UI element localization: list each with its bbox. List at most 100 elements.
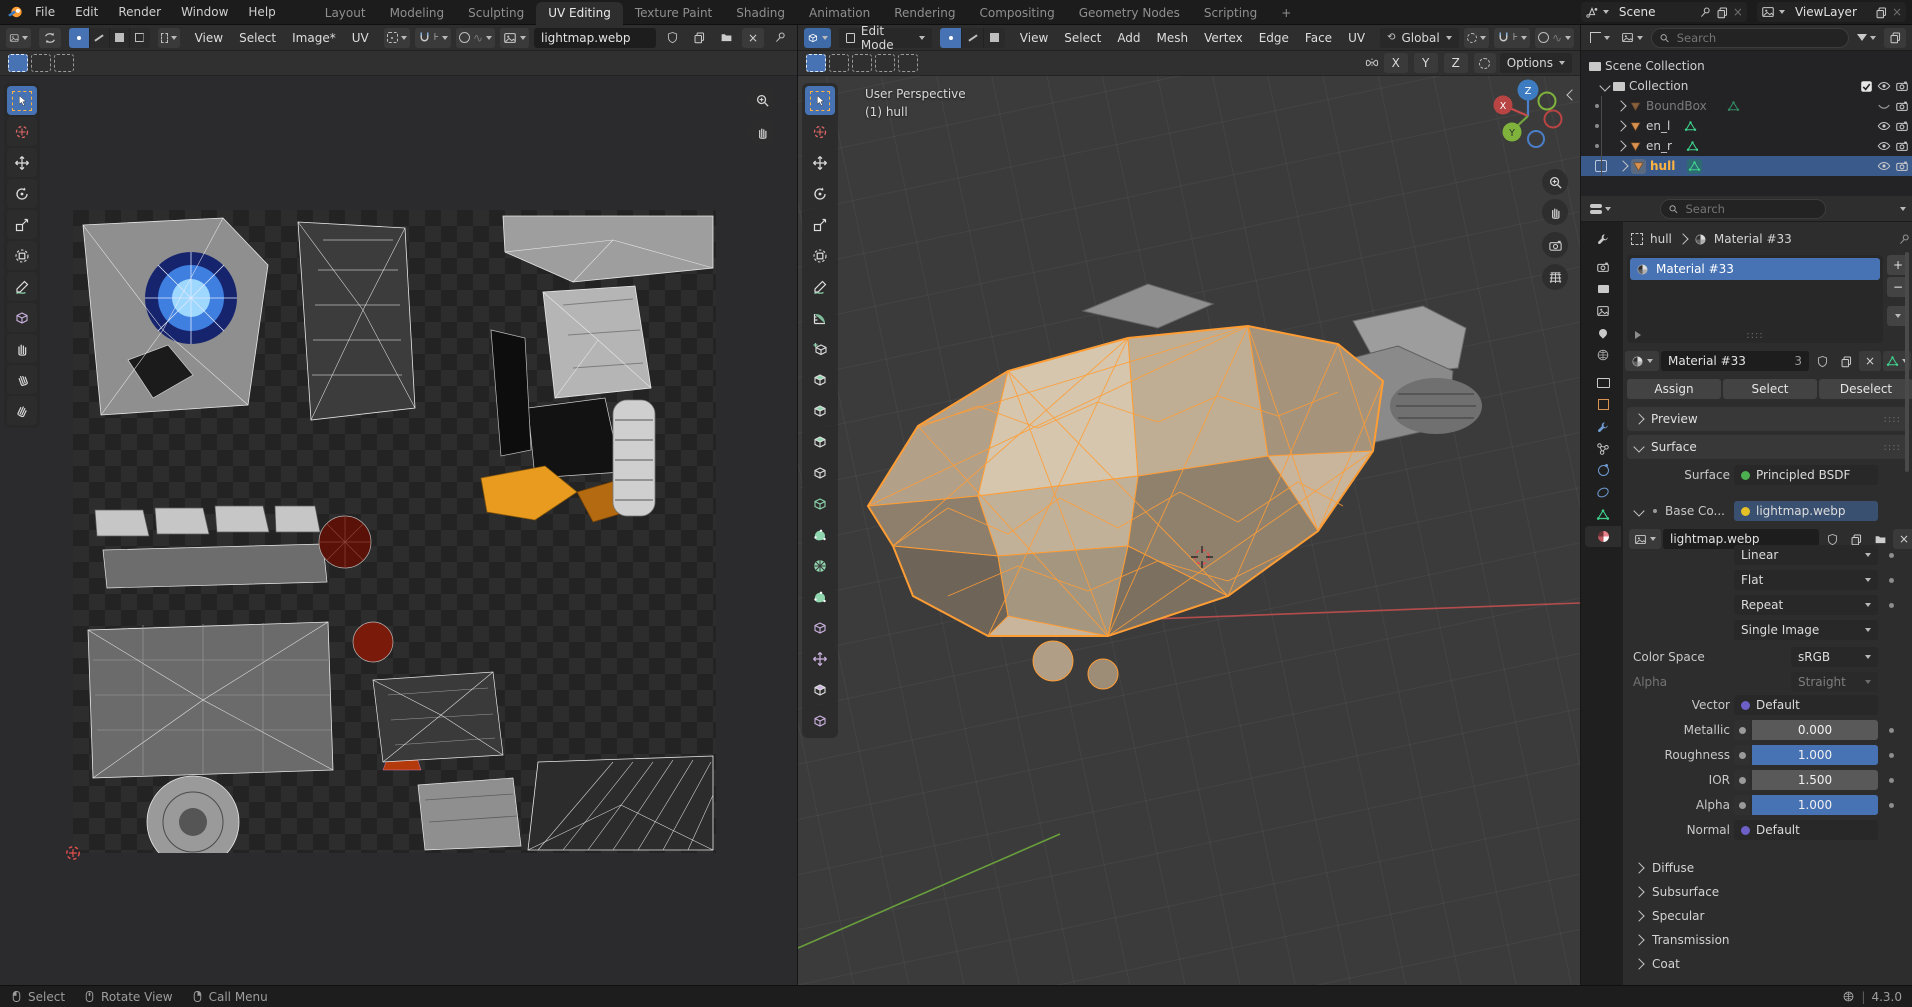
slot-list-grip[interactable]: :::: [1627,330,1883,341]
vp-menu-edge[interactable]: Edge [1252,29,1296,47]
outliner-filter-dropdown[interactable] [1854,28,1879,48]
uv-image-browse-button[interactable] [500,28,529,48]
menu-file[interactable]: File [26,3,64,21]
vp-tool-loop-cut[interactable] [805,458,835,487]
properties-scrollbar[interactable] [1905,252,1909,472]
vp-tool-smooth[interactable] [805,582,835,611]
base-color-expand-icon[interactable] [1633,505,1644,516]
projection-dropdown[interactable]: Flat [1734,570,1878,590]
scene-new-icon[interactable] [1716,6,1729,19]
gizmo-x-label[interactable]: X [1500,101,1507,112]
tab-particles[interactable] [1585,438,1621,459]
decorator-dot[interactable] [1889,578,1894,583]
vp-tool-cursor[interactable] [805,117,835,146]
tab-texture-paint[interactable]: Texture Paint [623,2,724,25]
vp-select-intersect-button[interactable] [898,54,918,72]
vp-tool-extrude-region[interactable] [805,365,835,394]
scene-name[interactable]: Scene [1613,5,1695,19]
vp-tool-select-box[interactable] [805,86,835,115]
en-l-render-icon[interactable] [1895,119,1909,133]
select-button[interactable]: Select [1723,379,1817,399]
vp-tool-add-cube[interactable] [805,334,835,363]
tab-scripting[interactable]: Scripting [1192,2,1269,25]
vp-camera-view-button[interactable] [1542,232,1568,258]
uv-tool-relax[interactable] [7,365,37,394]
uv-zoom-button[interactable] [749,87,775,113]
tab-modifiers[interactable] [1585,416,1621,437]
menu-render[interactable]: Render [109,3,170,21]
roughness-slider[interactable]: 1.000 [1752,745,1878,765]
menu-edit[interactable]: Edit [66,3,107,21]
navigation-gizmo[interactable]: Z X Y [1489,77,1567,155]
transform-orientation-dropdown[interactable]: ⟲Global [1380,28,1459,48]
vp-select-extend-button[interactable] [829,54,849,72]
roughness-socket-chip[interactable] [1734,745,1750,765]
uv-pivot-dropdown[interactable] [384,28,410,48]
extension-dropdown[interactable]: Repeat [1734,595,1878,615]
vp-tool-rip-region[interactable] [805,706,835,735]
uv-pan-button[interactable] [749,119,775,145]
uv-menu-image[interactable]: Image* [285,29,343,47]
vp-tool-shrink-fatten[interactable] [805,644,835,673]
vp-ortho-toggle-button[interactable] [1542,264,1568,290]
vp-tool-inset-faces[interactable] [805,396,835,425]
interpolation-dropdown[interactable]: Linear [1734,545,1878,565]
proportional-edit-toggle[interactable]: ∿ [1535,28,1574,48]
collection-expand-icon[interactable] [1599,80,1610,91]
hull-render-icon[interactable] [1895,159,1909,173]
transmission-panel-header[interactable]: Transmission [1627,929,1909,951]
collection-checkbox-icon[interactable] [1860,80,1873,93]
tab-sculpting[interactable]: Sculpting [456,2,536,25]
surface-panel-header[interactable]: Surface:::: [1627,435,1909,459]
uv-tool-transform[interactable] [7,241,37,270]
scene-collection-row[interactable]: Scene Collection [1581,56,1912,76]
select-mode-face[interactable] [984,28,1005,48]
outliner-scene-dropdown[interactable] [1618,28,1646,48]
image-unlink-icon[interactable]: × [1893,529,1912,549]
uv-tool-scale[interactable] [7,210,37,239]
alpha-mode-dropdown[interactable]: Straight [1791,672,1878,692]
uv-tool-select-box[interactable] [7,86,37,115]
tab-geometry-nodes[interactable]: Geometry Nodes [1067,2,1192,25]
vp-tool-rotate[interactable] [805,179,835,208]
snap-magnet-toggle[interactable]: ⊦ [1494,28,1530,48]
vp-tool-edge-slide[interactable] [805,613,835,642]
outliner-display-mode-dropdown[interactable] [1587,28,1613,48]
mirror-z-button[interactable]: Z [1444,53,1468,73]
uv-image-canvas[interactable] [73,210,716,853]
tab-modeling[interactable]: Modeling [378,2,457,25]
view-layer-name[interactable]: ViewLayer [1789,5,1871,19]
object-row-boundbox[interactable]: BoundBox [1581,96,1912,116]
en-r-render-icon[interactable] [1895,139,1909,153]
tab-material[interactable] [1585,526,1621,547]
vp-menu-select[interactable]: Select [1057,29,1108,47]
collection-render-icon[interactable] [1895,79,1909,93]
options-dropdown[interactable]: Options [1500,53,1572,73]
object-row-en-l[interactable]: en_l [1581,116,1912,136]
new-collection-button[interactable] [1884,28,1906,48]
uv-menu-select[interactable]: Select [232,29,283,47]
color-space-dropdown[interactable]: sRGB [1791,647,1878,667]
uv-editor-type-button[interactable] [6,28,31,48]
uv-select-mode-edge[interactable] [90,28,110,48]
snap-individual-icon[interactable] [1474,53,1496,73]
tab-constraints[interactable] [1585,482,1621,503]
source-dropdown[interactable]: Single Image [1734,620,1878,640]
vp-menu-add[interactable]: Add [1110,29,1147,47]
en-r-hide-icon[interactable] [1877,139,1891,153]
diffuse-panel-header[interactable]: Diffuse [1627,857,1909,879]
vp-tool-bevel[interactable] [805,427,835,456]
vp-tool-poly-build[interactable] [805,520,835,549]
decorator-dot[interactable] [1889,728,1894,733]
uv-select-extend-button[interactable] [31,54,51,72]
breadcrumb-material[interactable]: Material #33 [1714,232,1792,246]
vp-menu-uv[interactable]: UV [1341,29,1372,47]
image-browse-button[interactable] [1629,529,1661,549]
uv-tool-pinch[interactable] [7,396,37,425]
select-mode-edge[interactable] [962,28,984,48]
menu-help[interactable]: Help [239,3,284,21]
tab-tool[interactable] [1585,228,1621,249]
view-layer-caret[interactable] [1779,10,1785,14]
decorator-dot[interactable] [1889,803,1894,808]
material-fake-user-icon[interactable] [1811,351,1833,371]
